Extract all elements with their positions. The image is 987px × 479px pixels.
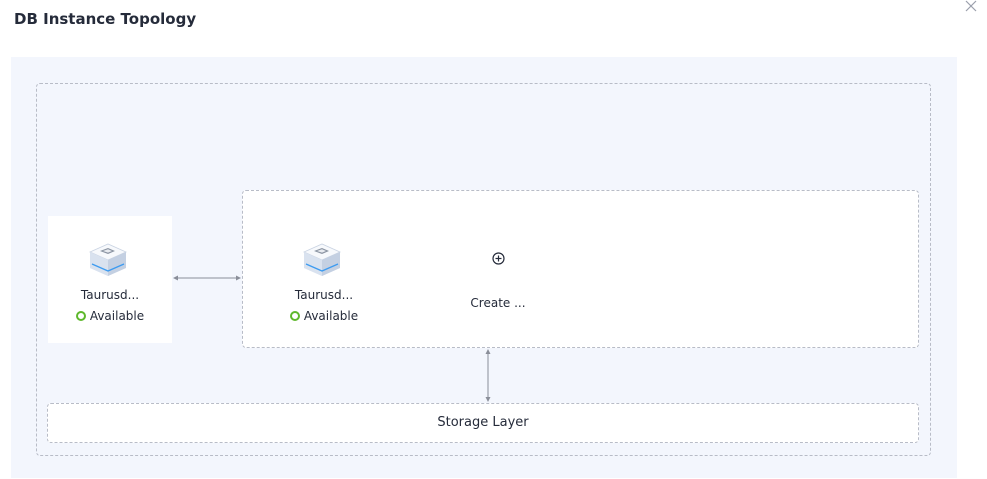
status-available-icon xyxy=(75,311,86,321)
database-instance-icon xyxy=(303,243,341,276)
replica-node-status-text: Available xyxy=(303,309,359,323)
create-replica-button[interactable]: Create ... xyxy=(450,248,546,318)
close-icon xyxy=(965,0,977,12)
replica-node-status: Available xyxy=(264,309,384,323)
dialog-title: DB Instance Topology xyxy=(14,10,197,28)
primary-node[interactable]: Taurusd... Available xyxy=(48,216,172,343)
create-replica-label: Create ... xyxy=(470,296,526,310)
storage-connector xyxy=(485,349,491,402)
primary-replica-connector xyxy=(173,275,241,281)
storage-layer: Storage Layer xyxy=(47,403,919,443)
status-available-icon xyxy=(289,311,300,321)
replica-node[interactable]: Taurusd... Available xyxy=(262,216,386,343)
add-circle-icon xyxy=(492,252,505,265)
primary-node-status-text: Available xyxy=(89,309,145,323)
primary-node-status: Available xyxy=(50,309,170,323)
topology-dialog: DB Instance Topology Taurusd... Availabl… xyxy=(0,0,987,479)
close-button[interactable] xyxy=(961,0,981,20)
database-instance-icon xyxy=(89,243,127,276)
primary-node-name: Taurusd... xyxy=(80,288,140,302)
replica-node-name: Taurusd... xyxy=(294,288,354,302)
